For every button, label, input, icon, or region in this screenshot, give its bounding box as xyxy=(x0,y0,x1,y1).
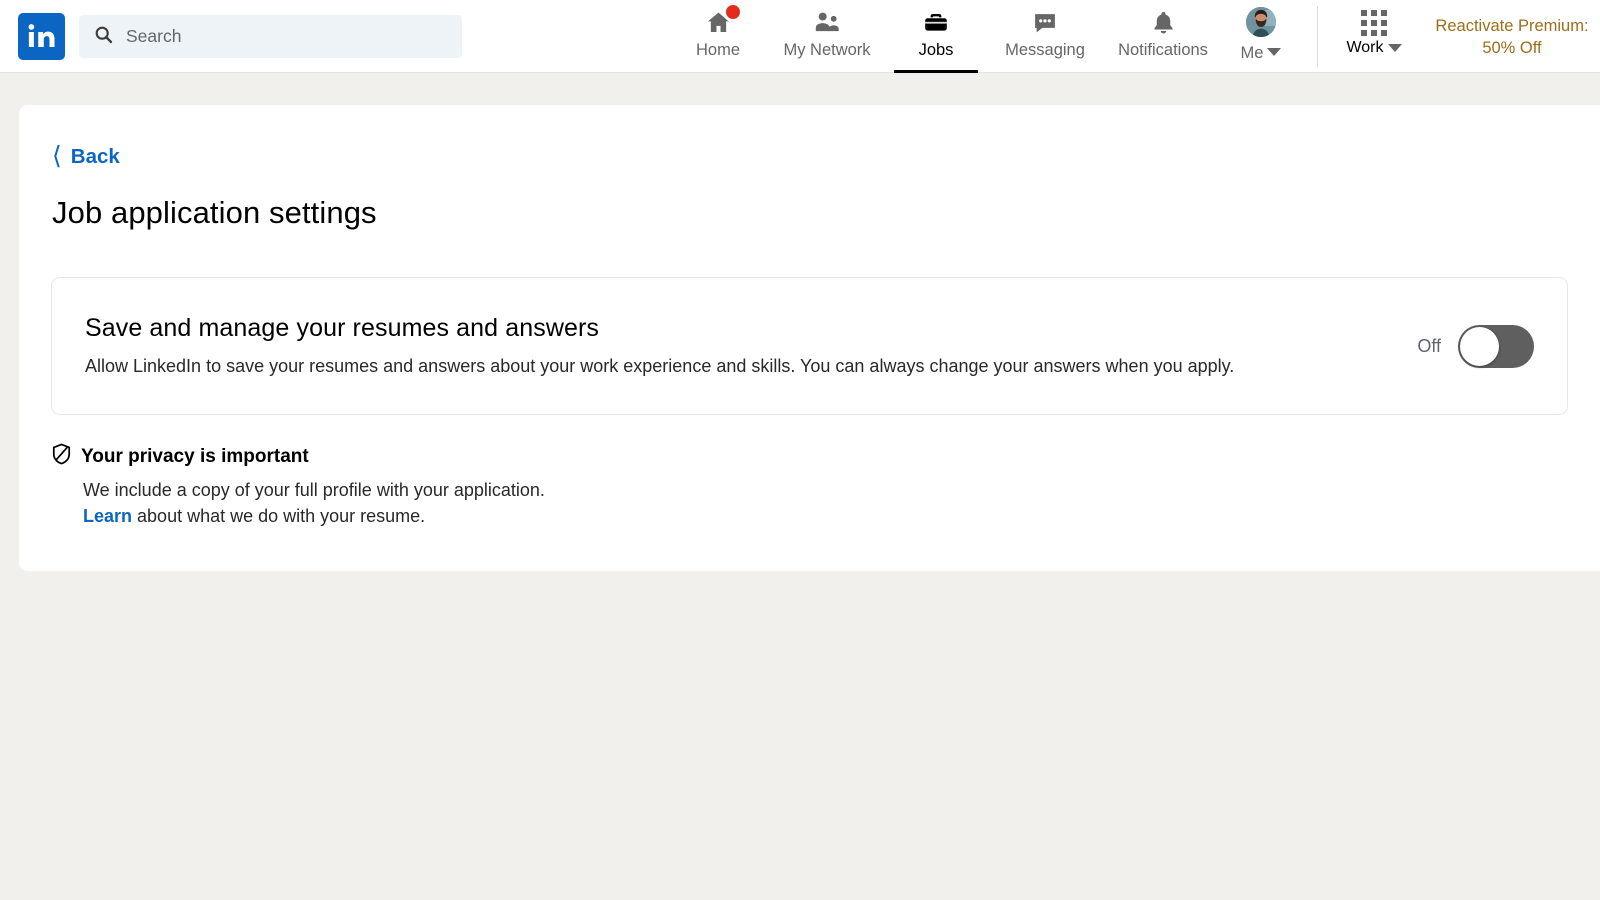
reactivate-premium-link[interactable]: Reactivate Premium: 50% Off xyxy=(1424,0,1600,73)
message-bubble-icon xyxy=(1031,7,1059,37)
home-notification-badge xyxy=(722,2,743,22)
back-link[interactable]: ⟨ Back xyxy=(52,141,120,170)
work-menu-button[interactable]: Work xyxy=(1330,0,1418,73)
setting-card-description: Allow LinkedIn to save your resumes and … xyxy=(85,356,1235,376)
nav-label-messaging: Messaging xyxy=(1005,41,1085,59)
page-container: ⟨ Back Job application settings Save and… xyxy=(19,105,1600,571)
header-divider xyxy=(1317,6,1318,67)
nav-label-home: Home xyxy=(695,41,740,59)
nav-item-notifications[interactable]: Notifications xyxy=(1104,0,1222,73)
nav-item-me[interactable]: Me xyxy=(1222,0,1300,73)
search-box[interactable] xyxy=(79,15,462,58)
chevron-down-icon xyxy=(1387,44,1402,52)
toggle-state-label: Off xyxy=(1417,335,1441,356)
nav-label-me: Me xyxy=(1240,44,1264,62)
back-label: Back xyxy=(70,145,120,168)
nav-item-messaging[interactable]: Messaging xyxy=(986,0,1104,73)
global-header: Home My Network Jobs xyxy=(0,0,1600,73)
toggle-knob xyxy=(1460,326,1499,366)
nav-label-jobs: Jobs xyxy=(918,41,954,59)
search-icon xyxy=(93,24,114,50)
work-label: Work xyxy=(1346,39,1384,56)
nav-label-notifications: Notifications xyxy=(1118,41,1208,59)
nav-item-my-network[interactable]: My Network xyxy=(768,0,886,73)
setting-card-save-resumes: Save and manage your resumes and answers… xyxy=(51,277,1568,415)
setting-card-text-block: Save and manage your resumes and answers… xyxy=(85,314,1234,378)
chevron-down-icon xyxy=(1267,47,1282,56)
chevron-left-icon: ⟨ xyxy=(52,141,62,170)
privacy-notice-title: Your privacy is important xyxy=(81,445,309,467)
setting-card-heading: Save and manage your resumes and answers xyxy=(85,314,600,342)
nav-item-home[interactable]: Home xyxy=(668,0,768,73)
nav-item-jobs[interactable]: Jobs xyxy=(886,0,986,73)
grid-dots-icon xyxy=(1361,10,1387,36)
learn-more-link[interactable]: Learn xyxy=(83,506,132,526)
page-title: Job application settings xyxy=(52,195,377,230)
shield-privacy-icon xyxy=(51,443,72,470)
home-icon xyxy=(705,2,743,37)
avatar xyxy=(1246,7,1276,37)
privacy-notice: Your privacy is important We include a c… xyxy=(51,443,1051,529)
briefcase-icon xyxy=(922,7,950,37)
privacy-notice-line-2-rest: about what we do with your resume. xyxy=(132,506,426,526)
privacy-notice-line-2: Learn about what we do with your resume. xyxy=(51,503,1051,529)
save-resumes-toggle[interactable] xyxy=(1458,324,1534,368)
nav-label-my-network: My Network xyxy=(783,41,871,59)
people-icon xyxy=(813,7,841,37)
setting-toggle-group[interactable]: Off xyxy=(1417,324,1534,368)
primary-nav: Home My Network Jobs Messaging Notificat… xyxy=(668,0,1300,73)
search-input[interactable] xyxy=(126,26,448,47)
linkedin-logo[interactable] xyxy=(18,13,65,60)
bell-icon xyxy=(1150,7,1177,37)
privacy-notice-header: Your privacy is important xyxy=(51,443,1051,470)
privacy-notice-line-1: We include a copy of your full profile w… xyxy=(83,480,545,500)
